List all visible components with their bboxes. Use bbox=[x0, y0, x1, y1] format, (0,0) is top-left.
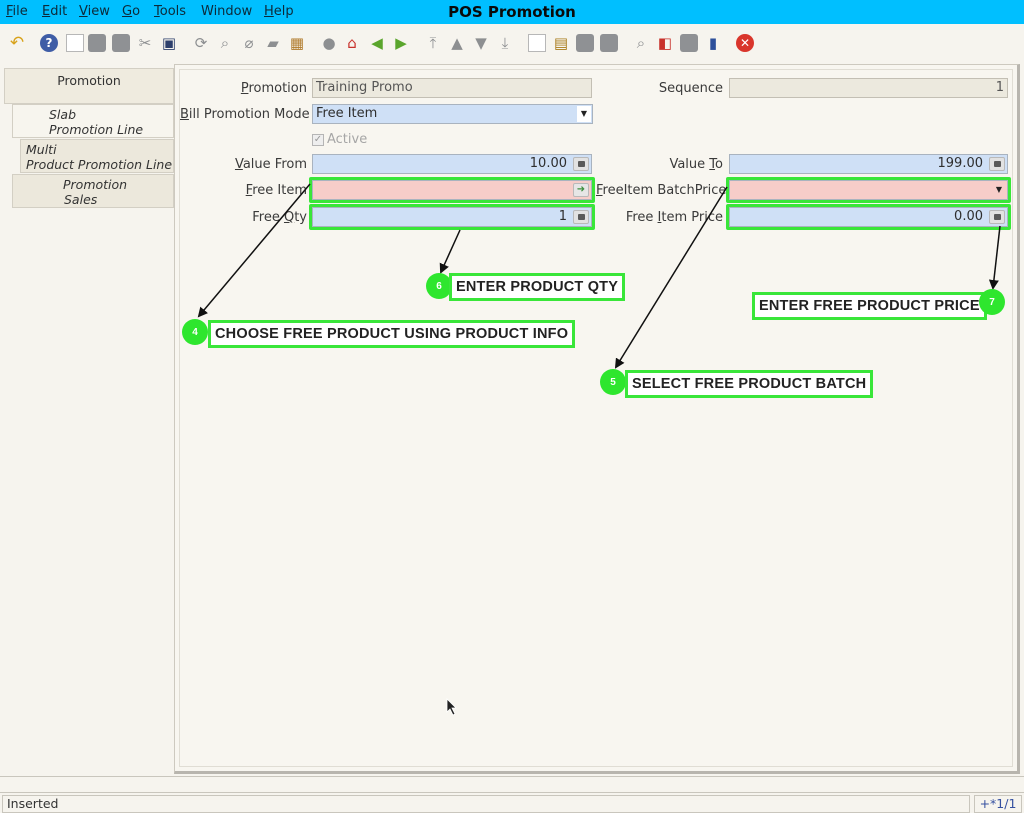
step-5-callout: SELECT FREE PRODUCT BATCH bbox=[625, 370, 874, 398]
mouse-cursor-icon bbox=[446, 698, 457, 716]
step-6-callout: ENTER PRODUCT QTY bbox=[449, 273, 626, 301]
arrow-to-step-5 bbox=[614, 186, 728, 369]
arrow-to-step-7 bbox=[988, 225, 1001, 290]
bottom-separator bbox=[0, 776, 1024, 793]
status-message: Inserted bbox=[2, 795, 970, 813]
arrow-to-step-4 bbox=[197, 183, 311, 318]
record-indicator[interactable]: +*1/1 bbox=[974, 795, 1022, 813]
arrow-to-step-6 bbox=[439, 229, 461, 274]
step-7-callout: ENTER FREE PRODUCT PRICE bbox=[752, 292, 987, 320]
step-4-callout: CHOOSE FREE PRODUCT USING PRODUCT INFO bbox=[208, 320, 576, 348]
annotation-arrows bbox=[197, 183, 1001, 369]
step-7-badge: 7 bbox=[979, 289, 1005, 315]
step-4-badge: 4 bbox=[182, 319, 208, 345]
step-5-badge: 5 bbox=[600, 369, 626, 395]
